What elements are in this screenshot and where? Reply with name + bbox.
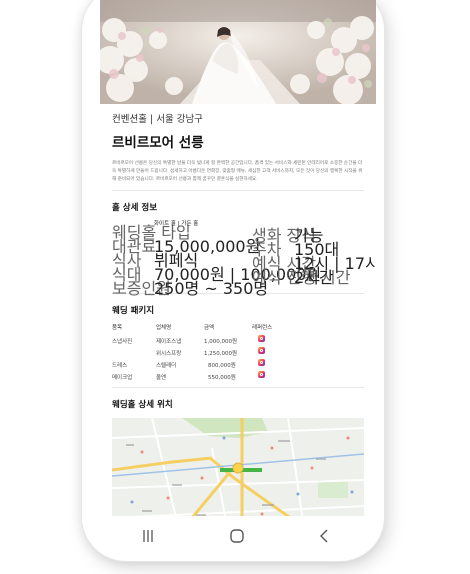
package-price: 1,000,000원 xyxy=(204,339,238,345)
detail-value: 화이트 홀 | 가든 홀 xyxy=(154,221,199,227)
package-vendor: 올앤 xyxy=(156,375,167,381)
package-price: 550,000원 xyxy=(208,375,236,381)
package-item: 메이크업 xyxy=(112,375,133,381)
recent-apps-icon[interactable] xyxy=(138,526,158,546)
column-header: 품목 xyxy=(112,325,123,331)
venue-description: 르비르모어 선릉은 당신의 특별한 날을 더욱 빛나게 할 완벽한 공간입니다.… xyxy=(112,161,363,182)
package-price: 1,250,000원 xyxy=(204,351,238,357)
package-table-header: 품목 업체명 금액 레퍼런스 xyxy=(112,323,364,333)
venue-subtitle: 컨벤션홀 | 서울 강남구 xyxy=(112,114,203,125)
package-price: 800,000원 xyxy=(208,363,236,369)
instagram-icon[interactable] xyxy=(258,359,265,366)
package-table: 스냅사진 제이조스냅 1,000,000원 위시스프랑 1,250,000원 드… xyxy=(112,335,364,381)
package-item: 드레스 xyxy=(112,363,128,369)
package-vendor: 위시스프랑 xyxy=(156,351,182,357)
column-header: 업체명 xyxy=(156,325,172,331)
instagram-icon[interactable] xyxy=(258,371,265,378)
package-title: 웨딩 패키지 xyxy=(112,306,155,316)
venue-title: 르비르모어 선릉 xyxy=(112,135,204,151)
detail-value: 250명 ~ 350명 xyxy=(154,279,269,298)
hall-detail-title: 홀 상세 정보 xyxy=(112,203,158,213)
home-icon[interactable] xyxy=(226,526,248,546)
app-screen: 컨벤션홀 | 서울 강남구 르비르모어 선릉 르비르모어 선릉은 당신의 특별한… xyxy=(100,0,376,516)
hall-detail-grid: 웨딩홀 타입 화이트 홀 | 가든 홀 대관료 15,000,000원 식사 뷔… xyxy=(112,219,376,298)
instagram-icon[interactable] xyxy=(258,347,265,354)
column-header: 레퍼런스 xyxy=(252,325,273,331)
system-nav-bar xyxy=(100,516,376,556)
column-header: 금액 xyxy=(204,325,215,331)
package-item: 스냅사진 xyxy=(112,339,133,345)
package-vendor: 제이조스냅 xyxy=(156,339,182,345)
map-illustration xyxy=(112,418,364,516)
package-vendor: 스텔레더 xyxy=(156,363,177,369)
wedding-photo-illustration xyxy=(100,0,376,104)
detail-value: 2시간 xyxy=(294,268,334,287)
location-title: 웨딩홀 상세 위치 xyxy=(112,400,173,410)
instagram-icon[interactable] xyxy=(258,335,265,342)
divider xyxy=(112,190,364,191)
back-icon[interactable] xyxy=(314,526,334,546)
hero-photo xyxy=(100,0,376,104)
divider xyxy=(112,387,364,388)
location-map[interactable] xyxy=(112,418,364,516)
